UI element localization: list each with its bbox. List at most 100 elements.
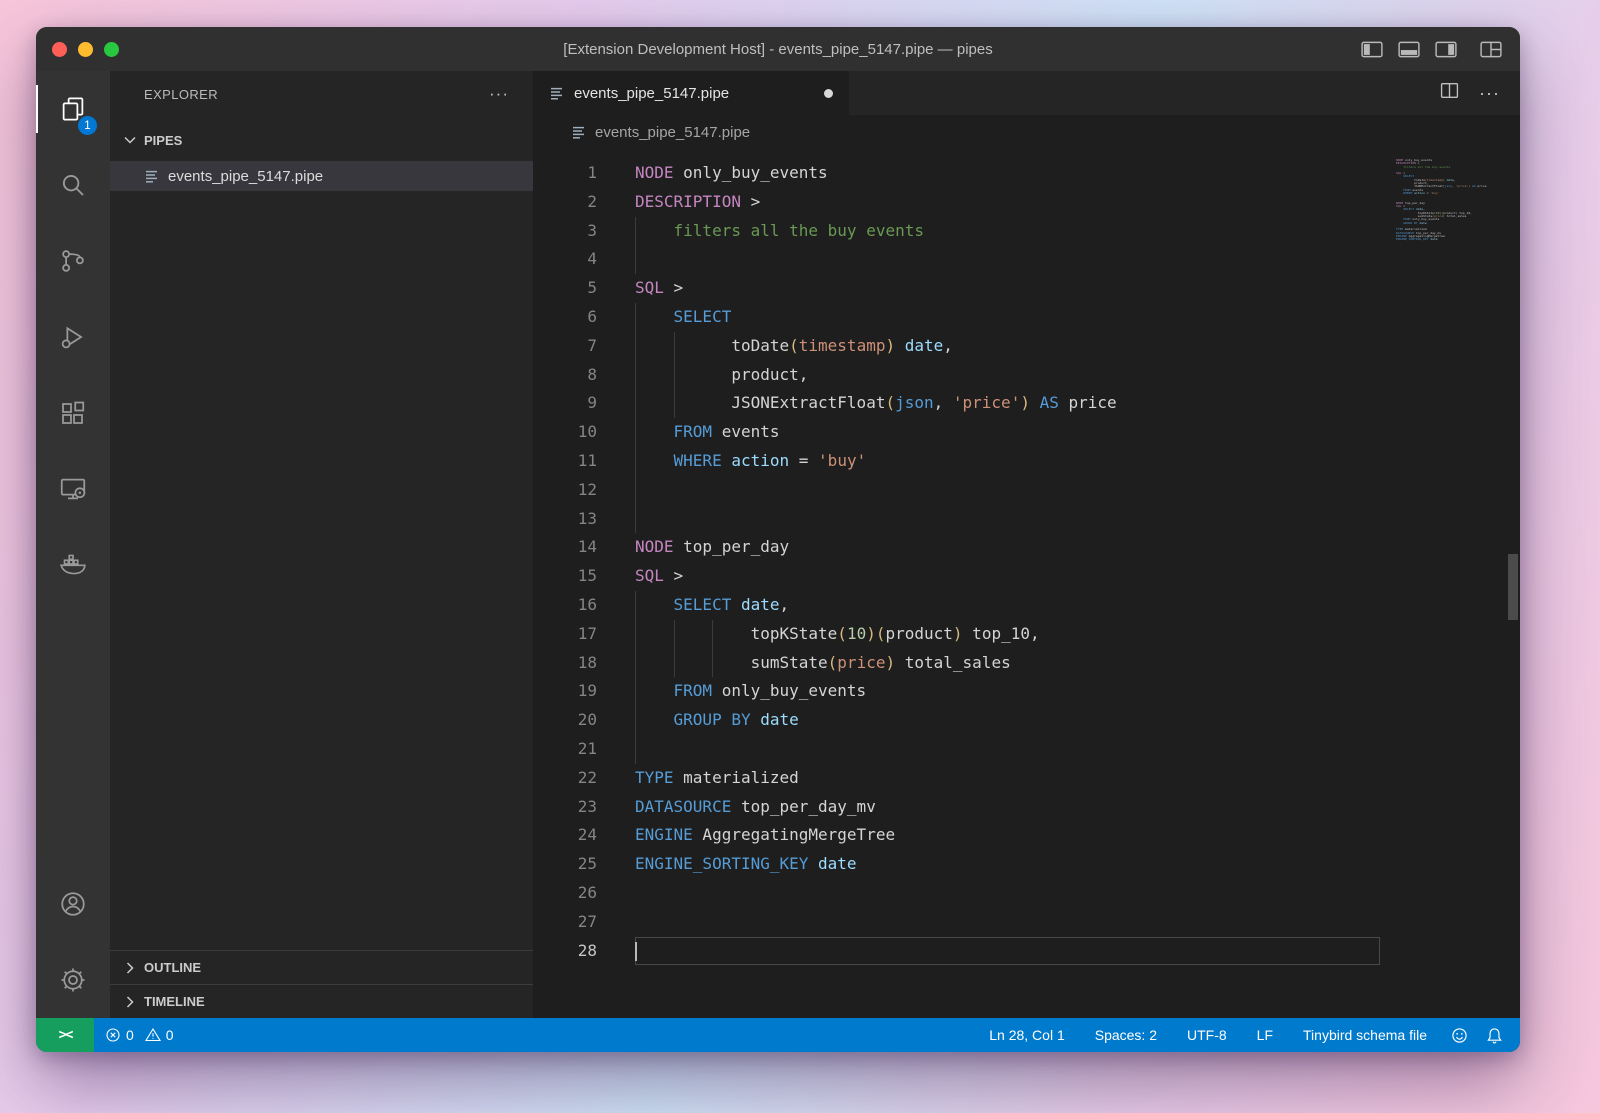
close-button[interactable] — [52, 42, 67, 57]
section-timeline-label: TIMELINE — [144, 994, 205, 1009]
sidebar-item-search[interactable] — [36, 147, 110, 223]
code-line-18[interactable]: 18 sumState(price) total_sales — [533, 649, 1520, 678]
code-line-1[interactable]: 1NODE only_buy_events — [533, 159, 1520, 188]
section-pipes-label: PIPES — [144, 133, 182, 148]
line-number: 17 — [533, 620, 597, 649]
line-number: 7 — [533, 332, 597, 361]
code-line-25[interactable]: 25ENGINE_SORTING_KEY date — [533, 850, 1520, 879]
code-line-24[interactable]: 24ENGINE AggregatingMergeTree — [533, 821, 1520, 850]
code-line-16[interactable]: 16 SELECT date, — [533, 591, 1520, 620]
encoding[interactable]: UTF-8 — [1172, 1018, 1242, 1052]
code-line-2[interactable]: 2DESCRIPTION > — [533, 188, 1520, 217]
scrollbar-thumb[interactable] — [1508, 554, 1518, 620]
settings-button[interactable] — [36, 942, 110, 1018]
code-line-4[interactable]: 4 — [533, 245, 1520, 274]
sidebar-item-remote-explorer[interactable] — [36, 451, 110, 527]
section-outline[interactable]: OUTLINE — [110, 950, 533, 984]
explorer-sidebar: EXPLORER ··· PIPES events_pipe_5147.pipe — [110, 71, 533, 1018]
problems-indicator[interactable]: 0 0 — [94, 1018, 191, 1052]
accounts-button[interactable] — [36, 866, 110, 942]
tab-events-pipe[interactable]: events_pipe_5147.pipe — [533, 71, 849, 115]
line-number: 4 — [533, 245, 597, 274]
editor-group: events_pipe_5147.pipe ··· e — [533, 71, 1520, 1018]
editor-code: 1NODE only_buy_events2DESCRIPTION >3 fil… — [533, 159, 1520, 965]
line-number: 8 — [533, 361, 597, 390]
code-line-12[interactable]: 12 — [533, 476, 1520, 505]
code-line-19[interactable]: 19 FROM only_buy_events — [533, 677, 1520, 706]
code-line-15[interactable]: 15SQL > — [533, 562, 1520, 591]
customize-layout-icon[interactable] — [1480, 41, 1502, 58]
title-bar: [Extension Development Host] - events_pi… — [36, 27, 1520, 71]
indentation-setting[interactable]: Spaces: 2 — [1080, 1018, 1172, 1052]
feedback-icon — [1451, 1027, 1468, 1044]
explorer-actions-button[interactable]: ··· — [489, 84, 509, 104]
sidebar-item-extensions[interactable] — [36, 375, 110, 451]
section-pipes[interactable]: PIPES — [110, 125, 533, 155]
breadcrumb[interactable]: events_pipe_5147.pipe — [533, 115, 1520, 149]
code-line-13[interactable]: 13 — [533, 505, 1520, 534]
code-line-22[interactable]: 22TYPE materialized — [533, 764, 1520, 793]
chevron-right-icon — [122, 994, 138, 1010]
line-number: 22 — [533, 764, 597, 793]
toggle-sidebar-right-icon[interactable] — [1435, 41, 1457, 58]
code-line-9[interactable]: 9 JSONExtractFloat(json, 'price') AS pri… — [533, 389, 1520, 418]
file-icon — [571, 124, 587, 140]
minimize-button[interactable] — [78, 42, 93, 57]
toggle-panel-icon[interactable] — [1398, 41, 1420, 58]
split-editor-icon[interactable] — [1440, 82, 1459, 104]
code-line-14[interactable]: 14NODE top_per_day — [533, 533, 1520, 562]
code-line-8[interactable]: 8 product, — [533, 361, 1520, 390]
line-number: 24 — [533, 821, 597, 850]
code-line-26[interactable]: 26 — [533, 879, 1520, 908]
section-outline-label: OUTLINE — [144, 960, 201, 975]
cursor-position[interactable]: Ln 28, Col 1 — [974, 1018, 1080, 1052]
editor-actions-button[interactable]: ··· — [1479, 83, 1500, 104]
eol-setting[interactable]: LF — [1242, 1018, 1288, 1052]
code-line-10[interactable]: 10 FROM events — [533, 418, 1520, 447]
gear-icon — [58, 965, 88, 995]
code-line-23[interactable]: 23DATASOURCE top_per_day_mv — [533, 793, 1520, 822]
code-line-11[interactable]: 11 WHERE action = 'buy' — [533, 447, 1520, 476]
chevron-right-icon — [122, 960, 138, 976]
line-number: 1 — [533, 159, 597, 188]
code-line-28[interactable]: 28 — [533, 937, 1520, 966]
line-number: 5 — [533, 274, 597, 303]
notifications-button[interactable] — [1477, 1018, 1512, 1052]
extensions-icon — [58, 398, 88, 428]
line-number: 26 — [533, 879, 597, 908]
file-item-pipe[interactable]: events_pipe_5147.pipe — [110, 161, 533, 191]
code-line-7[interactable]: 7 toDate(timestamp) date, — [533, 332, 1520, 361]
line-number: 23 — [533, 793, 597, 822]
toggle-sidebar-left-icon[interactable] — [1361, 41, 1383, 58]
code-line-3[interactable]: 3 filters all the buy events — [533, 217, 1520, 246]
breadcrumb-item: events_pipe_5147.pipe — [595, 124, 750, 141]
line-number: 28 — [533, 937, 597, 966]
line-number: 21 — [533, 735, 597, 764]
sidebar-item-docker[interactable] — [36, 527, 110, 603]
bell-icon — [1486, 1027, 1503, 1044]
line-number: 10 — [533, 418, 597, 447]
section-timeline[interactable]: TIMELINE — [110, 984, 533, 1018]
language-mode[interactable]: Tinybird schema file — [1288, 1018, 1442, 1052]
code-line-27[interactable]: 27 — [533, 908, 1520, 937]
code-line-6[interactable]: 6 SELECT — [533, 303, 1520, 332]
sidebar-item-explorer[interactable]: 1 — [36, 71, 110, 147]
sidebar-title: EXPLORER — [144, 87, 218, 102]
code-line-20[interactable]: 20 GROUP BY date — [533, 706, 1520, 735]
sidebar-item-source-control[interactable] — [36, 223, 110, 299]
remote-indicator[interactable]: >< — [36, 1018, 94, 1052]
sidebar-item-run-debug[interactable] — [36, 299, 110, 375]
zoom-button[interactable] — [104, 42, 119, 57]
file-name: events_pipe_5147.pipe — [168, 168, 323, 185]
code-line-21[interactable]: 21 — [533, 735, 1520, 764]
feedback-button[interactable] — [1442, 1018, 1477, 1052]
line-number: 14 — [533, 533, 597, 562]
code-editor[interactable]: 1NODE only_buy_events2DESCRIPTION >3 fil… — [533, 149, 1520, 1018]
minimap[interactable]: 1NODE only_buy_events2DESCRIPTION >3 fil… — [1396, 159, 1506, 1018]
activity-bar: 1 — [36, 71, 110, 1018]
code-line-17[interactable]: 17 topKState(10)(product) top_10, — [533, 620, 1520, 649]
code-line-5[interactable]: 5SQL > — [533, 274, 1520, 303]
docker-icon — [58, 550, 88, 580]
traffic-lights — [36, 42, 119, 57]
line-number: 18 — [533, 649, 597, 678]
